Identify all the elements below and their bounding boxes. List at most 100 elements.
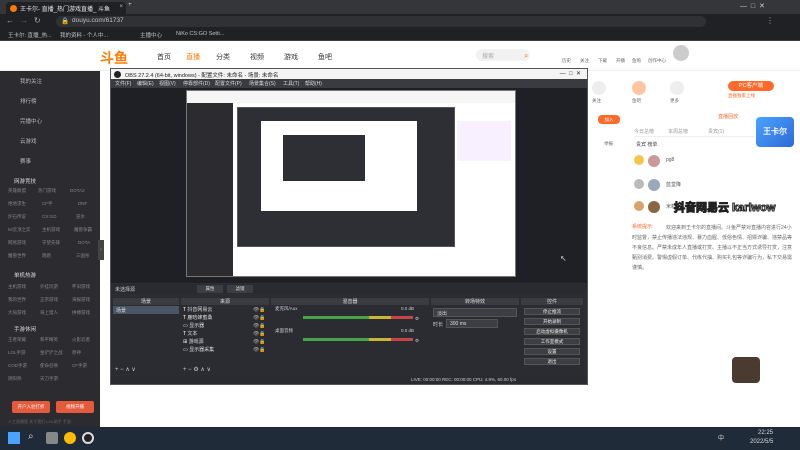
tab-daily[interactable]: 今日总榜 — [634, 128, 654, 135]
game-link[interactable]: DNF — [78, 201, 87, 206]
sidebar-collapse-handle[interactable]: ‹ — [98, 240, 104, 260]
douyu-logo[interactable]: 斗鱼 — [100, 48, 128, 68]
game-link[interactable]: 我的世界 — [8, 297, 26, 303]
address-bar[interactable]: 🔒 douyu.com/61737 — [56, 16, 706, 27]
source-item[interactable]: T 抖音网易云 — [183, 306, 212, 313]
game-link[interactable]: 守望先锋 — [42, 240, 60, 246]
sidebar-item-rank[interactable]: 排行榜 — [20, 97, 37, 105]
game-link[interactable]: COD手游 — [8, 363, 27, 369]
close-tab-icon[interactable]: × — [119, 4, 123, 10]
open-account-button[interactable]: 开户入驻打折 — [12, 401, 50, 413]
event-banner[interactable]: 王卡尔 — [756, 117, 794, 147]
bookmark-2[interactable]: 我的资料 - 个人中... — [60, 31, 108, 39]
menu-help[interactable]: 帮助(H) — [305, 80, 322, 87]
window-controls[interactable]: — □ ✕ — [740, 2, 765, 10]
avatar[interactable] — [648, 179, 660, 191]
start-recording-button[interactable]: 开始录制 — [524, 318, 580, 325]
nav-category[interactable]: 分类 — [216, 52, 230, 62]
join-button[interactable]: 加入 — [598, 115, 620, 124]
sidebar-item-cloud[interactable]: 云游戏 — [20, 137, 37, 145]
source-controls[interactable]: + − ⚙ ∧ ∨ — [183, 366, 211, 373]
game-link[interactable]: DOTA2 — [70, 188, 85, 193]
menu-file[interactable]: 文件(F) — [115, 80, 131, 87]
stop-streaming-button[interactable]: 停止推流 — [524, 308, 580, 315]
more-icon[interactable] — [670, 81, 684, 95]
game-link[interactable]: 火影忍者 — [72, 337, 90, 343]
bookmark-3[interactable]: 主播中心 — [140, 31, 162, 39]
transition-select[interactable]: 淡出 — [433, 308, 517, 317]
visibility-icons[interactable]: 👁🔒 👁🔒 👁🔒 👁🔒 👁🔒 👁🔒 — [253, 306, 266, 354]
source-item[interactable]: T 鹿晗蜂蜜桑 — [183, 314, 212, 321]
source-item[interactable]: ▭ 显示器采集 — [183, 346, 214, 353]
forward-icon[interactable]: → — [20, 16, 28, 25]
clock-date[interactable]: 2022/5/5 — [750, 439, 773, 445]
follow-icon[interactable] — [592, 81, 606, 95]
scene-controls[interactable]: + − ∧ ∨ — [115, 366, 136, 373]
bookmark-4[interactable]: NiKo CS:GO Setti... — [176, 31, 224, 37]
video-stream-button[interactable]: 视频开播 — [56, 401, 94, 413]
back-icon[interactable]: ← — [6, 16, 14, 25]
tab-weekly[interactable]: 本周总榜 — [668, 128, 688, 135]
game-link[interactable]: 热门游戏 — [38, 188, 56, 194]
menu-edit[interactable]: 编辑(E) — [137, 80, 154, 87]
game-link[interactable]: DOTA — [78, 240, 90, 245]
game-link[interactable]: 原神 — [72, 350, 81, 356]
sidebar-item-center[interactable]: 完播中心 — [20, 117, 42, 125]
nav-games[interactable]: 游戏 — [284, 52, 298, 62]
virtual-camera-button[interactable]: 启动虚拟摄像机 — [524, 328, 580, 335]
report-link[interactable]: 举报 — [604, 141, 613, 147]
game-link[interactable]: 主机游戏 — [42, 227, 60, 233]
obs-preview[interactable] — [186, 90, 516, 277]
menu-scene-collection[interactable]: 场景集合(S) — [249, 80, 276, 87]
new-tab-button[interactable]: + — [128, 2, 138, 14]
sidebar-item-follow[interactable]: 我的关注 — [20, 77, 42, 85]
game-link[interactable]: CF手游 — [72, 363, 87, 369]
chrome-icon[interactable] — [64, 432, 76, 444]
game-link[interactable]: 王者荣耀 — [8, 337, 26, 343]
source-item[interactable]: T 文本 — [183, 330, 197, 337]
bookmark-1[interactable]: 王卡尔: 直播_热... — [8, 31, 52, 39]
search-icon[interactable]: ⌕ — [28, 431, 34, 442]
avatar[interactable] — [648, 155, 660, 167]
menu-tools[interactable]: 工具(T) — [283, 80, 299, 87]
filters-button[interactable]: 滤镜 — [227, 285, 253, 293]
avatar[interactable] — [648, 201, 660, 213]
obs-window-controls[interactable]: — □ ✕ — [560, 70, 581, 77]
history-link[interactable]: 历史 — [562, 58, 571, 64]
game-link[interactable]: 和平精英 — [40, 337, 58, 343]
game-link[interactable]: CS:GO — [42, 214, 57, 219]
game-link[interactable]: 跑跑 — [42, 253, 51, 259]
nav-yuba[interactable]: 鱼吧 — [318, 52, 332, 62]
menu-docks[interactable]: 停靠部件(D) — [183, 80, 210, 87]
game-link[interactable]: 主机游戏 — [8, 284, 26, 290]
game-link[interactable]: 海上猎人 — [40, 310, 58, 316]
sidebar-item-esports[interactable]: 赛事 — [20, 157, 31, 165]
follow-link[interactable]: 关注 — [580, 58, 589, 64]
game-link[interactable]: 绝地求生 — [8, 201, 26, 207]
task-view-icon[interactable] — [46, 432, 58, 444]
shop-link[interactable]: 鱼购 — [632, 58, 641, 64]
mixer-settings-icon[interactable]: ⚙ — [415, 338, 419, 344]
start-icon[interactable] — [8, 432, 20, 444]
download-link[interactable]: 下载 — [598, 58, 607, 64]
game-link[interactable]: 英雄联盟 — [8, 188, 26, 194]
duration-input[interactable]: 300 ms — [446, 319, 498, 328]
source-item[interactable]: ⊞ 游戏源 — [183, 338, 204, 345]
game-link[interactable]: LOL手游 — [8, 350, 26, 356]
mascot-icon[interactable] — [732, 357, 760, 383]
menu-icon[interactable]: ⋮ — [766, 16, 774, 25]
game-link[interactable]: 天刀手游 — [40, 376, 58, 382]
game-link[interactable]: 三国杀 — [76, 253, 90, 259]
browser-tab-active[interactable]: 王卡尔- 直播_热门游戏直播_ 斗鱼 × — [6, 2, 126, 14]
settings-button[interactable]: 设置 — [524, 348, 580, 355]
source-item[interactable]: ▭ 显示器 — [183, 322, 204, 329]
pc-client-button[interactable]: PC客户端 — [728, 81, 774, 91]
menu-profile[interactable]: 配置文件(P) — [215, 80, 242, 87]
obs-taskbar-icon[interactable] — [82, 432, 94, 444]
tab-vip[interactable]: 贵宾(1) — [708, 128, 724, 135]
nav-video[interactable]: 视频 — [250, 52, 264, 62]
input-language[interactable]: 中 — [718, 433, 724, 442]
game-link[interactable]: 魔兽世界 — [8, 253, 26, 259]
tab-replay[interactable]: 直播回放 — [718, 113, 738, 120]
game-link[interactable]: CF手 — [42, 201, 53, 207]
